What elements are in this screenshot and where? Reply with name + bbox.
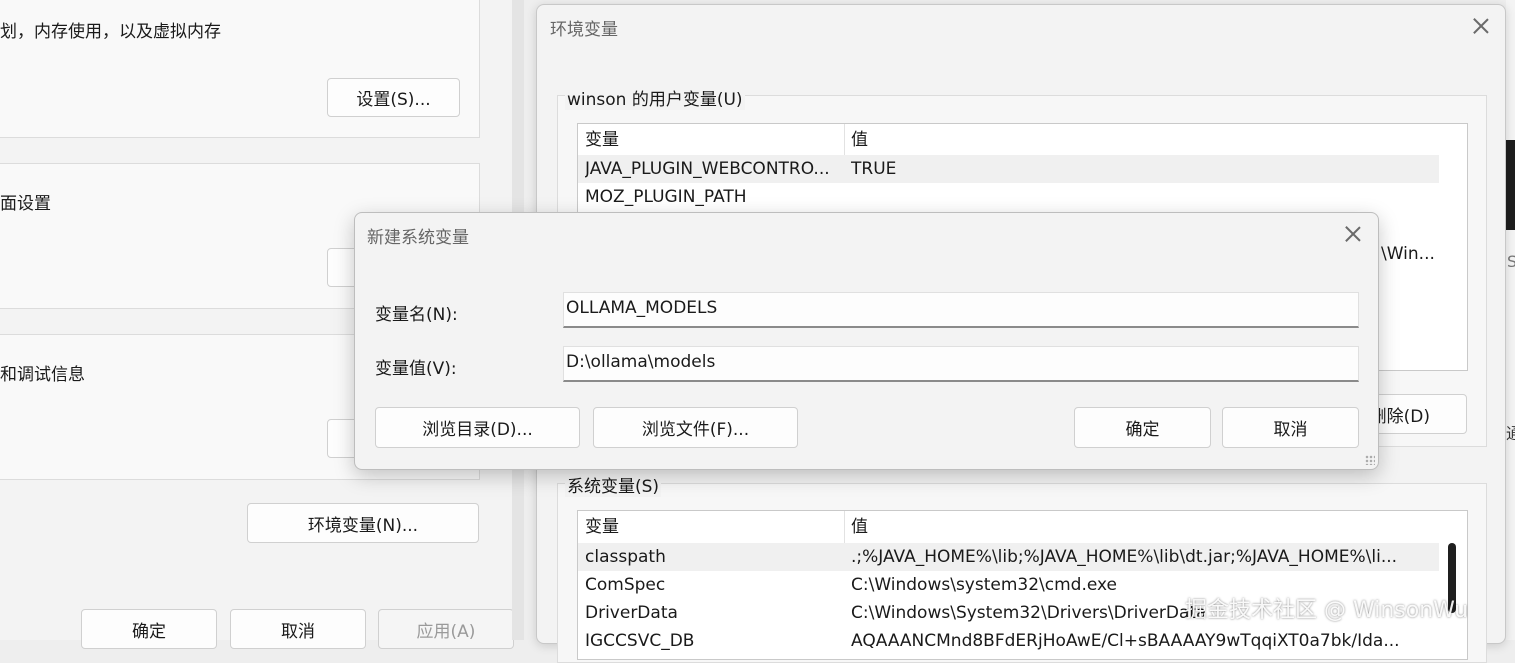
new-var-cancel-button[interactable]: 取消 (1222, 407, 1359, 448)
variable-name-input[interactable]: OLLAMA_MODELS (563, 292, 1359, 328)
user-header-value[interactable]: 值 (851, 126, 868, 154)
dark-edge-block (1506, 140, 1515, 230)
system-header-value[interactable]: 值 (851, 513, 868, 541)
sysprops-apply-button[interactable]: 应用(A) (378, 609, 514, 649)
new-var-close-button[interactable] (1343, 224, 1363, 244)
system-row-0[interactable]: classpath .;%JAVA_HOME%\lib;%JAVA_HOME%\… (578, 543, 1439, 571)
environment-variables-button[interactable]: 环境变量(N)... (247, 503, 479, 543)
env-close-button[interactable] (1471, 16, 1491, 36)
system-variables-list[interactable]: 变量 值 classpath .;%JAVA_HOME%\lib;%JAVA_H… (577, 510, 1468, 660)
user-variables-label: winson 的用户变量(U) (565, 85, 745, 110)
user-header-separator (844, 124, 845, 156)
resize-grip-icon[interactable] (1365, 455, 1375, 465)
user-row-name: MOZ_PLUGIN_PATH (585, 187, 747, 207)
new-var-dialog-title: 新建系统变量 (367, 228, 469, 248)
user-list-header: 变量 值 (578, 124, 1441, 156)
edge-glyph-tong: 通 (1506, 424, 1515, 443)
edge-glyph-s: S (1507, 252, 1515, 271)
system-row-value: .;%JAVA_HOME%\lib;%JAVA_HOME%\lib\dt.jar… (851, 547, 1398, 567)
system-row-name: DriverData (585, 603, 678, 623)
new-system-variable-dialog: 新建系统变量 变量名(N): OLLAMA_MODELS 变量值(V): D:\… (354, 212, 1379, 470)
user-header-variable[interactable]: 变量 (585, 126, 619, 154)
system-row-value: AQAAANCMnd8BFdERjHoAwE/Cl+sBAAAAY9wTqqiX… (851, 631, 1400, 651)
new-var-ok-button[interactable]: 确定 (1074, 407, 1211, 448)
user-row-name: JAVA_PLUGIN_WEBCONTRO... (585, 159, 830, 179)
sysprops-cancel-button[interactable]: 取消 (230, 609, 366, 649)
system-row-name: IGCCSVC_DB (585, 631, 695, 651)
watermark: 掘金技术社区 @ WinsonWu (1185, 598, 1469, 623)
system-row-name: ComSpec (585, 575, 666, 595)
env-dialog-title: 环境变量 (550, 20, 618, 40)
browse-directory-button[interactable]: 浏览目录(D)... (375, 407, 580, 448)
browse-file-button[interactable]: 浏览文件(F)... (593, 407, 798, 448)
user-row-0[interactable]: JAVA_PLUGIN_WEBCONTRO... TRUE (578, 155, 1439, 183)
startup-recovery-description: 和调试信息 (0, 365, 85, 385)
system-row-3[interactable]: IGCCSVC_DB AQAAANCMnd8BFdERjHoAwE/Cl+sBA… (578, 627, 1439, 655)
system-header-variable[interactable]: 变量 (585, 513, 619, 541)
system-list-header: 变量 值 (578, 511, 1441, 543)
user-profiles-description: 面设置 (0, 194, 51, 214)
system-header-separator (844, 511, 845, 543)
system-variables-label: 系统变量(S) (565, 472, 662, 497)
performance-description: 划，内存使用，以及虚拟内存 (0, 22, 221, 42)
variable-name-label: 变量名(N): (375, 305, 458, 325)
user-row-partial-value: \Win... (1381, 244, 1435, 264)
background-window-edge: S 通 (1506, 0, 1515, 640)
system-row-name: classpath (585, 547, 666, 567)
user-row-1[interactable]: MOZ_PLUGIN_PATH (578, 183, 1439, 211)
performance-settings-button[interactable]: 设置(S)... (327, 78, 460, 117)
variable-value-input[interactable]: D:\ollama\models (563, 346, 1359, 382)
user-row-value: TRUE (851, 159, 897, 179)
sysprops-ok-button[interactable]: 确定 (81, 609, 217, 649)
variable-value-label: 变量值(V): (375, 359, 457, 379)
